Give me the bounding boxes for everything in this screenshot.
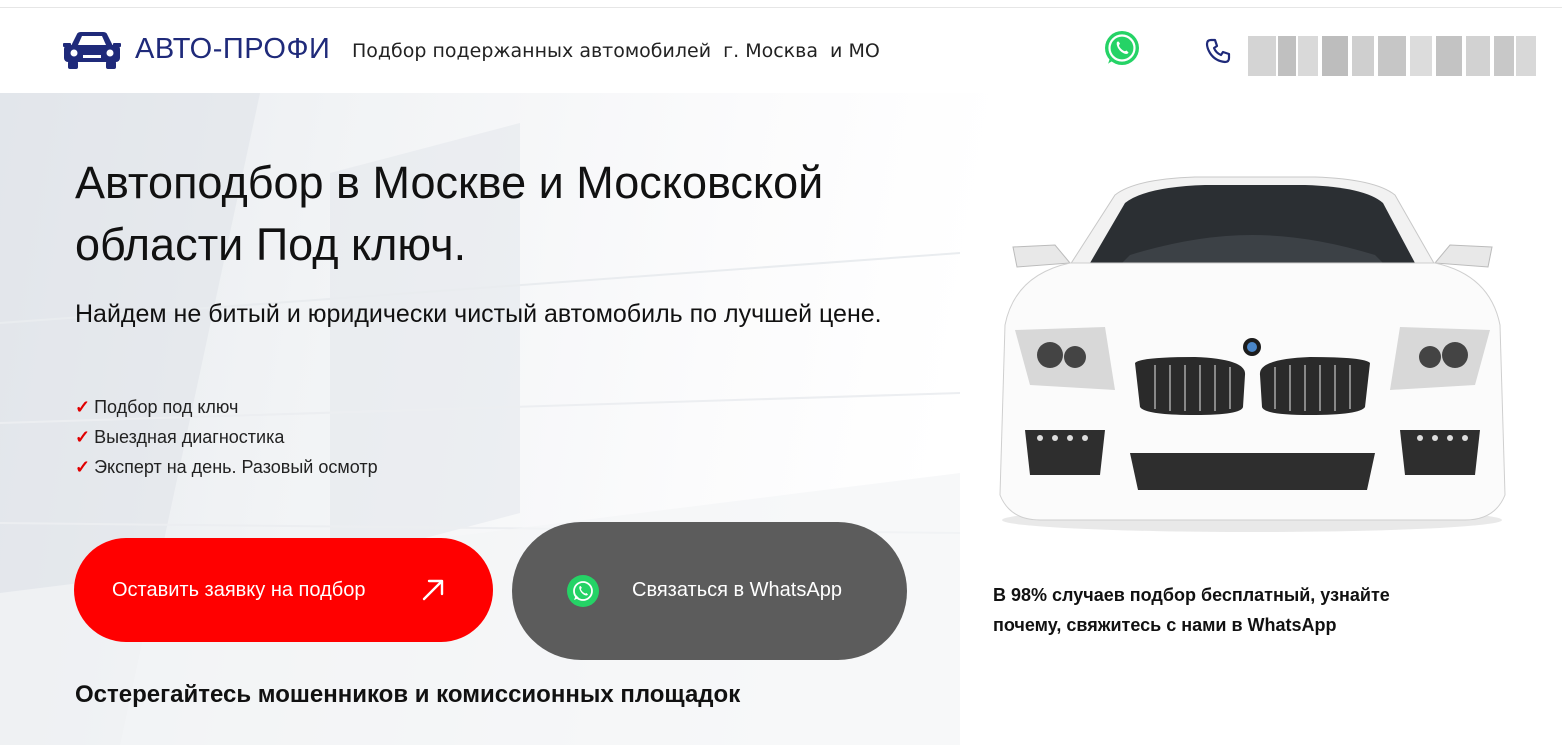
- free-selection-note: В 98% случаев подбор бесплатный, узнайте…: [993, 585, 1390, 635]
- hero-subtitle: Найдем не битый и юридически чистый авто…: [75, 300, 882, 328]
- top-border: [0, 0, 1562, 8]
- whatsapp-icon[interactable]: [1102, 28, 1142, 68]
- hero-title: Автоподбор в Москве и Московской области…: [75, 157, 824, 270]
- request-button-label: Оставить заявку на подбор: [112, 579, 366, 601]
- car-front-icon[interactable]: [63, 30, 121, 70]
- arrow-up-right-icon: [422, 579, 444, 601]
- whatsapp-icon: [567, 575, 599, 607]
- request-selection-button[interactable]: Оставить заявку на подбор: [74, 538, 493, 642]
- brand-name[interactable]: АВТО-ПРОФИ: [135, 33, 330, 66]
- check-icon: ✓: [75, 427, 91, 447]
- check-icon: ✓: [75, 457, 91, 477]
- phone-number-blurred[interactable]: [1248, 36, 1536, 76]
- phone-icon[interactable]: [1205, 38, 1231, 64]
- fraud-warning-heading: Остерегайтесь мошенников и комиссионных …: [75, 681, 741, 708]
- list-item: ✓ Выездная диагностика: [75, 427, 285, 447]
- whatsapp-contact-button[interactable]: Связаться в WhatsApp: [512, 522, 907, 660]
- site-header: АВТО-ПРОФИ Подбор подержанных автомобиле…: [0, 8, 1562, 93]
- list-item: ✓ Подбор под ключ: [75, 397, 239, 417]
- header-tagline: Подбор подержанных автомобилей г. Москва…: [352, 40, 880, 62]
- list-item: ✓ Эксперт на день. Разовый осмотр: [75, 457, 378, 477]
- car-image: [999, 176, 1506, 532]
- whatsapp-button-label: Связаться в WhatsApp: [632, 579, 842, 601]
- feature-list: ✓ Подбор под ключ ✓ Выездная диагностика ✓…: [75, 392, 378, 482]
- check-icon: ✓: [75, 397, 91, 417]
